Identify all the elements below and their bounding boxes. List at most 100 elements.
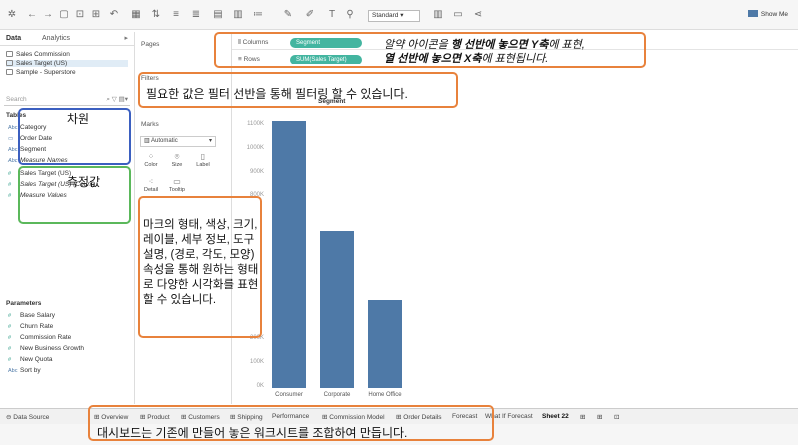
datasource-item[interactable]: Sales Target (US) (6, 60, 128, 67)
presentation-icon[interactable]: ▭ (452, 9, 464, 21)
pin-icon[interactable]: ⚲ (344, 9, 356, 21)
param-churn-rate[interactable]: # Churn Rate (8, 323, 53, 330)
string-type-icon: Abc (8, 147, 18, 153)
datasource-item[interactable]: Sales Commission (6, 51, 70, 58)
search-icon[interactable]: ⌕ (106, 96, 110, 103)
toolbar: ✲ ← → ▢ ⊡ ⊞ ↶ ▦ ⇅ ≡ ≣ ▤ ▥ ≔ ✎ ✐ T ⚲ Stan… (0, 0, 798, 30)
ann-text: 에 표현, (548, 39, 585, 51)
datasource-label: Sales Target (US) (16, 60, 68, 67)
tab-data[interactable]: Data (6, 35, 21, 42)
mark-label-button[interactable]: ▯ Label (192, 152, 214, 174)
tab-sheet-22[interactable]: Sheet 22 (542, 413, 569, 420)
parameters-heading: Parameters (6, 300, 42, 307)
mark-button-label: Detail (143, 187, 159, 193)
new-worksheet-icon[interactable]: ⊞ (580, 413, 585, 421)
param-commission-rate[interactable]: # Commission Rate (8, 334, 71, 341)
mark-size-button[interactable]: ⌾ Size (166, 152, 188, 174)
labels-icon[interactable]: ▥ (232, 9, 244, 21)
mark-button-label: Label (196, 162, 210, 168)
tooltip-icon: ▭ (173, 177, 181, 186)
x-category-label: Home Office (368, 392, 402, 398)
new-dashboard-icon[interactable]: ⊞ (597, 413, 602, 421)
field-label: Commission Rate (20, 334, 72, 341)
tableau-logo-icon[interactable]: ✲ (6, 9, 18, 21)
new-sheet-icon[interactable]: ⊞ (90, 9, 102, 21)
string-type-icon: Abc (8, 158, 18, 164)
mark-type-select[interactable]: ▥ Automatic ▾ (140, 136, 216, 147)
date-type-icon: ▭ (8, 136, 14, 142)
label-icon: ▯ (200, 152, 206, 161)
show-me-button[interactable]: Show Me (747, 10, 788, 18)
swap-icon[interactable]: ⇅ (150, 9, 162, 21)
ann-text: 알약 아이콘을 (384, 39, 451, 51)
search-tools: ⌕ ▽ ▤▾ (106, 94, 128, 106)
datasource-label: Sample - Superstore (16, 69, 76, 76)
save-icon[interactable]: ▢ (58, 9, 70, 21)
number-type-icon: # (8, 171, 12, 177)
new-datasource-icon[interactable]: ⊡ (74, 9, 86, 21)
number-type-icon: # (8, 324, 12, 330)
sort-desc-icon[interactable]: ≣ (190, 9, 202, 21)
dimensions-annotation: 차원 (67, 112, 90, 126)
string-type-icon: Abc (8, 368, 18, 374)
mark-button-label: Color (144, 162, 158, 168)
chart-icon[interactable]: ▦ (130, 9, 142, 21)
group-icon[interactable]: ▤ (212, 9, 224, 21)
bar-chart-icon: ▥ (144, 138, 152, 144)
field-label: Base Salary (20, 312, 56, 319)
shelves-annotation-line2: 열 선반에 놓으면 X축에 표현됩니다. (384, 52, 585, 66)
field-label: New Business Growth (20, 345, 84, 352)
field-label: Churn Rate (20, 323, 54, 330)
back-icon[interactable]: ← (26, 9, 38, 21)
y-tick-label: 0K (256, 383, 264, 389)
show-me-label: Show Me (760, 11, 788, 18)
chevron-down-icon: ▾ (208, 138, 212, 144)
x-category-label: Consumer (275, 392, 303, 398)
number-type-icon: # (8, 346, 12, 352)
filter-icon[interactable]: ▽ (112, 96, 117, 103)
param-sort-by[interactable]: Abc Sort by (8, 367, 41, 374)
fix-axes-icon[interactable]: ≔ (252, 9, 264, 21)
mark-type-value: Automatic (151, 138, 178, 144)
datasource-item[interactable]: Sample - Superstore (6, 69, 76, 76)
bar-home-office[interactable] (368, 299, 402, 388)
y-tick-label: 100K (249, 359, 264, 366)
share-icon[interactable]: ⋖ (472, 9, 484, 21)
new-story-icon[interactable]: ⊡ (614, 413, 619, 421)
data-source-label: Data Source (13, 414, 50, 421)
undo-icon[interactable]: ↶ (108, 9, 120, 21)
ann-text: 에 표현됩니다. (481, 53, 549, 65)
param-new-business-growth[interactable]: # New Business Growth (8, 345, 84, 352)
datasource-icon (6, 51, 13, 57)
param-base-salary[interactable]: # Base Salary (8, 312, 55, 319)
search-input[interactable]: Search ⌕ ▽ ▤▾ (4, 94, 130, 106)
tab-analytics[interactable]: Analytics (42, 35, 70, 42)
sort-asc-icon[interactable]: ≡ (170, 9, 182, 21)
color-icon: ⁘ (147, 152, 155, 161)
param-new-quota[interactable]: # New Quota (8, 356, 53, 363)
pane-tabs: Data Analytics ▸ (0, 32, 134, 46)
fit-select[interactable]: Standard ▾ (368, 10, 420, 22)
mark-color-button[interactable]: ⁘ Color (140, 152, 162, 174)
marks-annotation: 마크의 형태, 색상, 크기, 레이블, 세부 정보, 도구 설명, (경로, … (143, 219, 259, 306)
bar-corporate[interactable] (320, 230, 354, 388)
ann-bold: 행 선반에 놓으면 Y축 (450, 39, 549, 51)
forward-icon[interactable]: → (42, 9, 54, 21)
view-area (232, 64, 798, 404)
bar-consumer[interactable] (272, 121, 306, 388)
x-category-label: Corporate (323, 392, 351, 398)
marks-card-title: Marks (141, 121, 159, 128)
tooltip-icon[interactable]: ✐ (304, 9, 316, 21)
search-placeholder: Search (6, 96, 27, 103)
mark-button-label: Tooltip (169, 187, 185, 193)
collapse-pane-icon[interactable]: ▸ (124, 34, 128, 42)
text-icon[interactable]: T (326, 9, 338, 21)
data-source-tab[interactable]: ⊖ Data Source (6, 413, 49, 421)
view-options-icon[interactable]: ▤▾ (119, 96, 128, 103)
datasource-label: Sales Commission (16, 51, 70, 58)
number-type-icon: # (8, 182, 12, 188)
highlight-icon[interactable]: ✎ (282, 9, 294, 21)
pages-card-title: Pages (141, 41, 160, 48)
cards-icon[interactable]: ▥ (432, 9, 444, 21)
fit-select-value: Standard (372, 12, 399, 19)
